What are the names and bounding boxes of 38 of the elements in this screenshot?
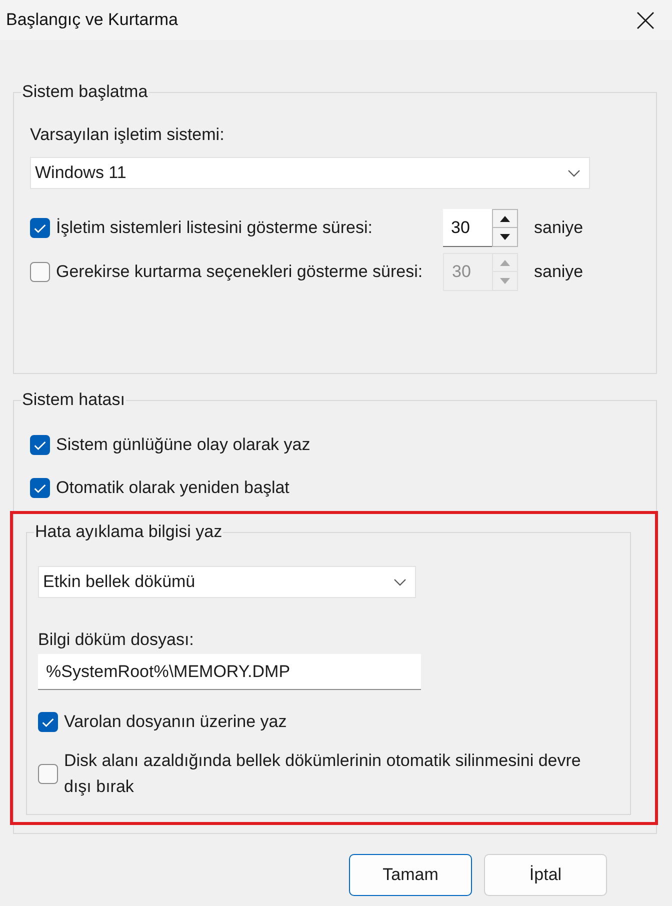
checkmark-icon [34,484,46,492]
checkbox[interactable] [30,435,50,455]
chevron-down-icon [568,170,580,176]
checkbox-label: Varolan dosyanın üzerine yaz [64,711,287,733]
unit-label: saniye [534,217,584,239]
dialog-button[interactable]: İptal [484,854,607,896]
group-title: Sistem başlatma [21,81,149,103]
checkbox-label: Sistem günlüğüne olay olarak yaz [56,434,310,456]
spin-down-button[interactable] [492,228,518,247]
checkbox[interactable] [38,712,58,732]
checkbox-label: Otomatik olarak yeniden başlat [56,477,290,499]
seconds-field[interactable]: 30 [443,209,492,247]
checkbox[interactable] [30,478,50,498]
checkmark-icon [34,224,46,232]
group-title: Hata ayıklama bilgisi yaz [34,521,224,543]
triangle-up-icon [500,216,510,222]
os-dropdown[interactable]: Windows 11 [30,157,590,189]
checkbox-label: Disk alanı azaldığında bellek dökümlerinin otomatik silinmesini devre dışı bırak [64,750,582,798]
chevron-down-icon [394,578,406,586]
triangle-down-icon [500,278,510,284]
checkmark-icon [34,440,46,450]
checkbox-label: Gerekirse kurtarma seçenekleri gösterme süresi: [56,261,423,283]
checkbox[interactable] [30,218,50,238]
triangle-down-icon [500,234,510,240]
checkbox-label: İşletim sistemleri listesini gösterme süresi: [56,217,372,239]
dump-file-field[interactable]: %SystemRoot%\MEMORY.DMP [38,654,421,690]
dialog-button[interactable]: Tamam [349,854,472,896]
close-icon [636,12,654,28]
spin-up-button[interactable] [492,209,518,228]
checkmark-icon [42,718,54,726]
group-title: Sistem hatası [21,389,126,411]
field-label: Varsayılan işletim sistemi: [30,124,226,146]
unit-label: saniye [534,261,584,283]
checkbox[interactable] [38,764,58,784]
dump-type-dropdown[interactable]: Etkin bellek dökümü [38,566,416,598]
field-label: Bilgi döküm dosyası: [38,629,195,651]
triangle-up-icon [500,260,510,266]
window-title: Başlangıç ve Kurtarma [6,9,178,31]
